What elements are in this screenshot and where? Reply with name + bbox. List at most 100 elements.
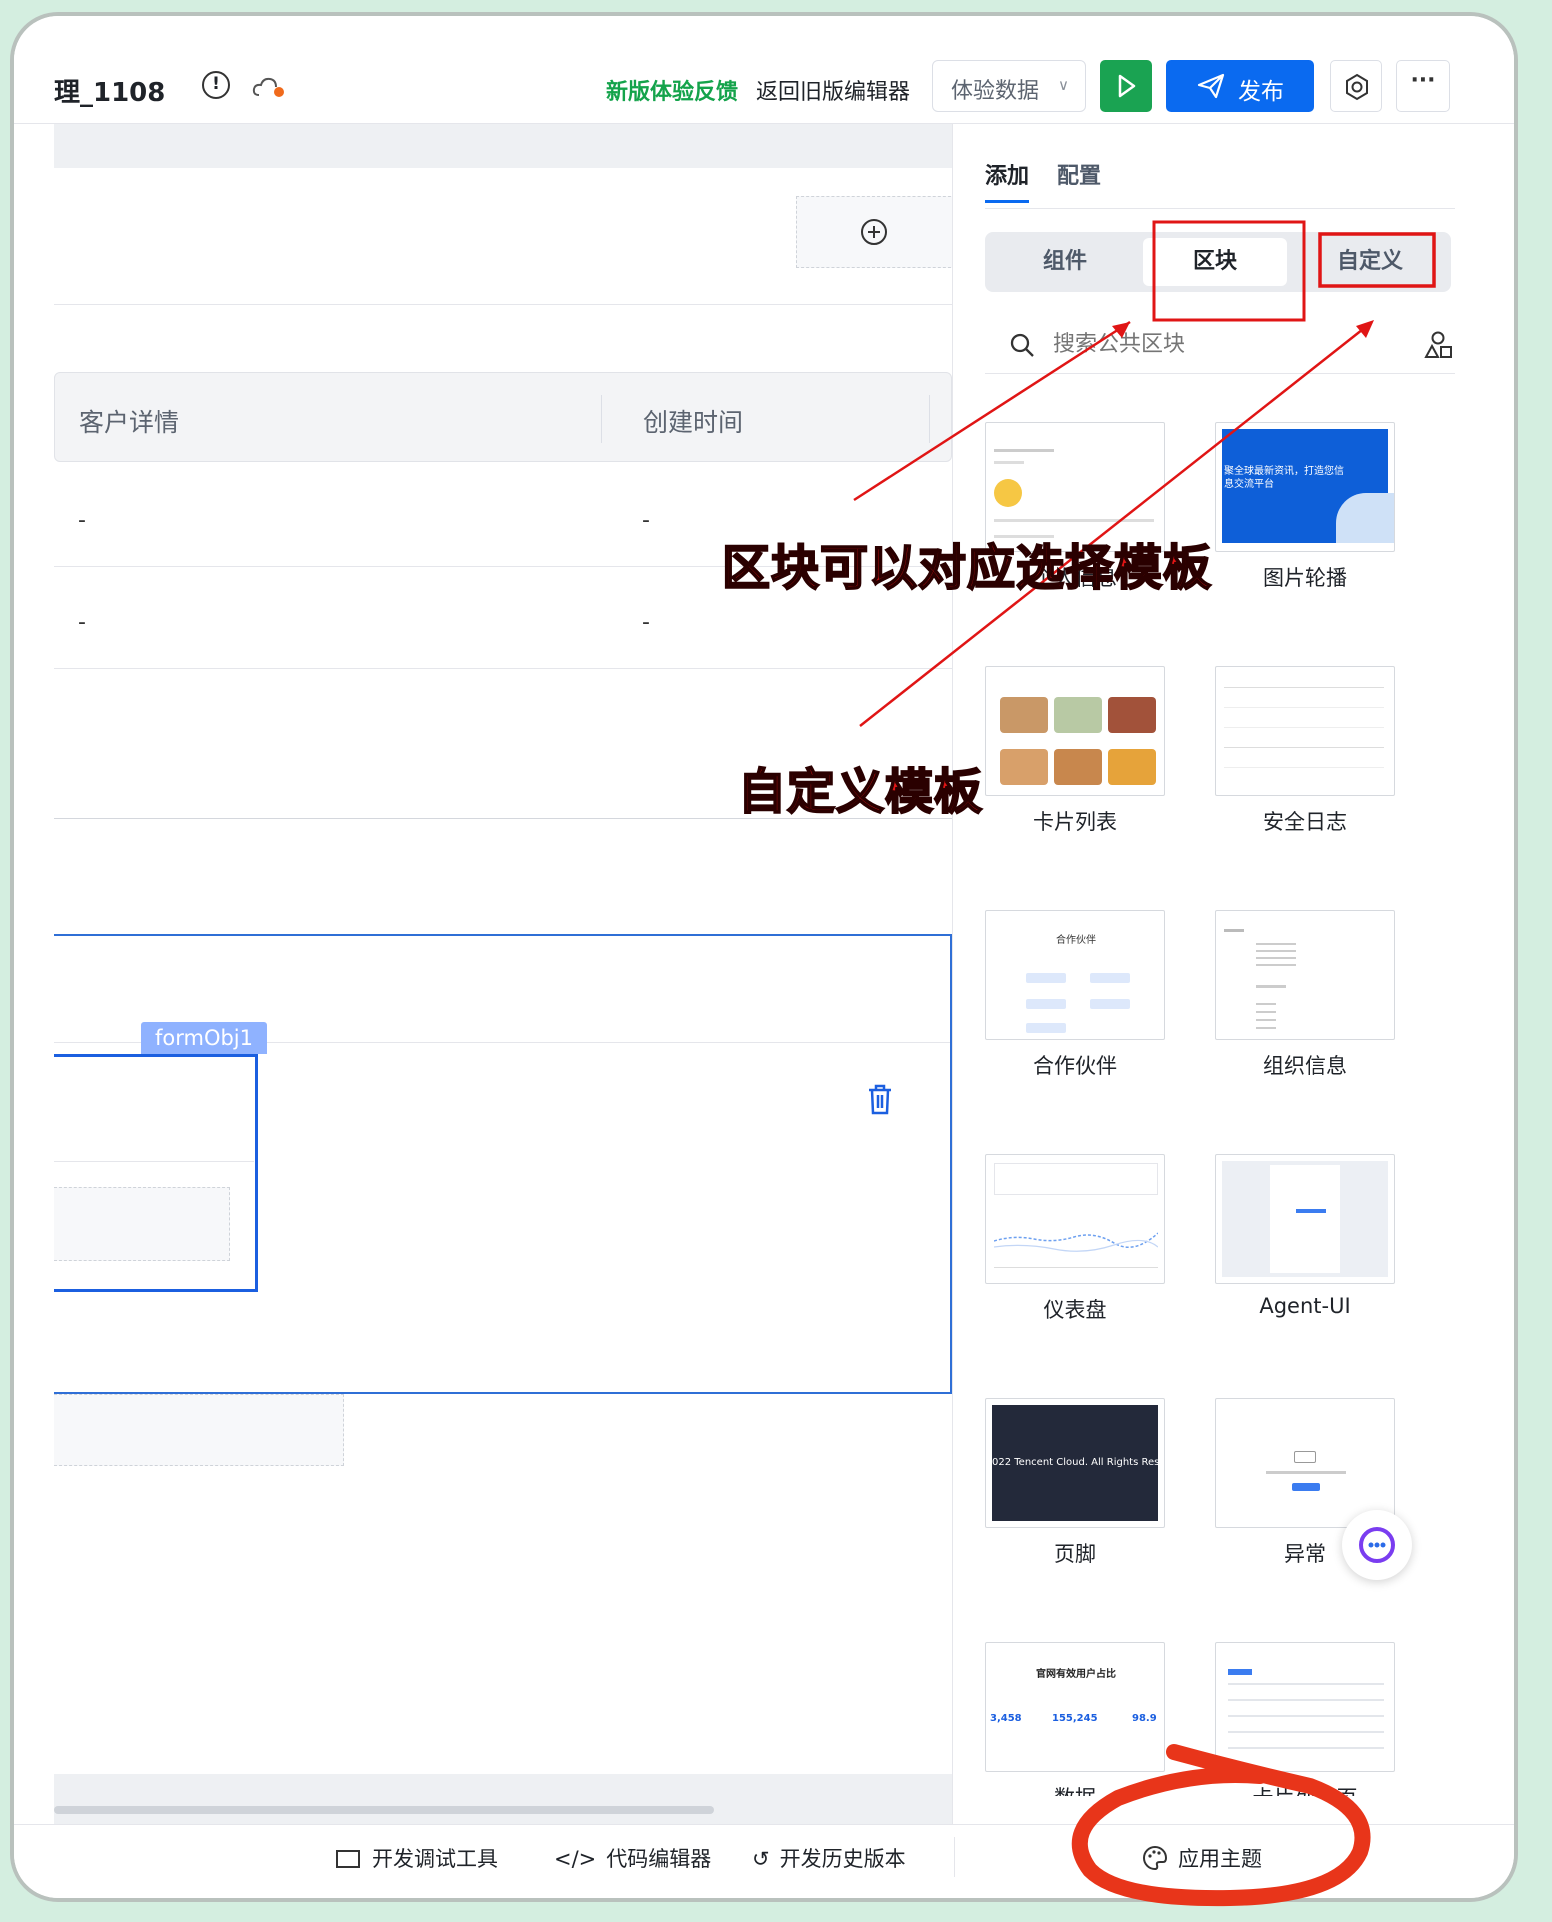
- table-cell: -: [78, 508, 86, 533]
- row-divider: [54, 668, 952, 669]
- alert-icon[interactable]: !: [202, 71, 230, 99]
- bottom-toolbar: 开发调试工具 </> 代码编辑器 ↺ 开发历史版本 应用主题: [14, 1824, 1514, 1898]
- data-preview-title: 官网有效用户占比: [1036, 1669, 1116, 1680]
- terminal-icon: [336, 1850, 360, 1868]
- top-toolbar: 理_1108 ! 新版体验反馈 返回旧版编辑器 体验数据 ∨ 发布 ···: [14, 16, 1514, 124]
- app-title: 理_1108: [54, 78, 166, 108]
- template-card-org-info[interactable]: [1215, 910, 1395, 1040]
- send-icon: [1197, 73, 1225, 99]
- template-card-data[interactable]: 官网有效用户占比 3,458 155,245 98.9: [985, 1642, 1165, 1772]
- segment-custom[interactable]: 自定义: [1295, 238, 1445, 286]
- food-thumb: [1000, 749, 1048, 785]
- preview-line: [1256, 985, 1286, 988]
- search-input[interactable]: [1053, 326, 1383, 362]
- preview-lines: [1256, 1003, 1276, 1033]
- template-card-carousel[interactable]: 聚全球最新资讯，打造您信息交流平台: [1215, 422, 1395, 552]
- run-button[interactable]: [1100, 60, 1152, 112]
- template-card-agent-ui[interactable]: [1215, 1154, 1395, 1284]
- template-card-dashboard[interactable]: [985, 1154, 1165, 1284]
- preview-line: [994, 449, 1054, 452]
- palette-icon: [1143, 1845, 1168, 1871]
- partner-logo: [1090, 999, 1130, 1009]
- feedback-link[interactable]: 新版体验反馈: [606, 74, 738, 106]
- form-object[interactable]: [54, 1054, 258, 1292]
- search-icon: [1010, 333, 1034, 357]
- app-theme-button[interactable]: 应用主题: [1142, 1843, 1262, 1873]
- data-preview-value: 155,245: [1052, 1713, 1098, 1724]
- empty-illustration: [1294, 1451, 1316, 1463]
- smile-icon: [994, 479, 1022, 507]
- assistant-float-button[interactable]: [1342, 1510, 1412, 1580]
- partner-logo: [1090, 973, 1130, 983]
- card-label: 安全日志: [1263, 810, 1347, 834]
- annotation-text: 自定义模板: [737, 763, 984, 821]
- card-label: 卡片列表: [1033, 810, 1117, 834]
- canvas-drop-slot[interactable]: [54, 1394, 344, 1466]
- experience-data-select[interactable]: 体验数据 ∨: [932, 60, 1086, 112]
- segment-blocks[interactable]: 区块: [1143, 238, 1287, 286]
- partner-logo: [1026, 973, 1066, 983]
- canvas-footer-band: [54, 1774, 952, 1824]
- preview-lines: [1228, 1683, 1384, 1763]
- code-editor-label: 代码编辑器: [606, 1847, 712, 1871]
- agent-preview-panel: [1270, 1165, 1340, 1273]
- card-label: 仪表盘: [1043, 1298, 1107, 1322]
- publish-button[interactable]: 发布: [1166, 60, 1314, 112]
- code-editor-button[interactable]: </> 代码编辑器: [554, 1843, 711, 1873]
- food-thumb: [1000, 697, 1048, 733]
- partner-logo: [1026, 999, 1066, 1009]
- preview-line: [1224, 747, 1384, 748]
- editor-canvas: 客户详情 创建时间 - - - - formObj1: [54, 124, 952, 1824]
- annotation-text: 区块可以对应选择模板: [721, 539, 1213, 597]
- play-icon: [1118, 74, 1136, 98]
- template-card-card-list-page[interactable]: [1215, 1642, 1395, 1772]
- active-tab-indicator: [985, 200, 1029, 203]
- add-slot[interactable]: [796, 196, 952, 268]
- code-icon: </>: [554, 1847, 597, 1871]
- search-bar: [985, 314, 1455, 374]
- tab-config[interactable]: 配置: [1057, 158, 1101, 190]
- horizontal-scrollbar[interactable]: [54, 1806, 714, 1814]
- column-divider: [929, 395, 930, 443]
- form-tag[interactable]: formObj1: [141, 1022, 267, 1054]
- back-to-old-editor-link[interactable]: 返回旧版编辑器: [756, 74, 910, 106]
- preview-line: [994, 461, 1024, 464]
- card-label: 合作伙伴: [1033, 1054, 1117, 1078]
- cloud-shape: [1336, 493, 1394, 543]
- form-drop-slot[interactable]: [54, 1187, 230, 1261]
- food-thumb: [1108, 749, 1156, 785]
- data-preview-value: 98.9: [1132, 1713, 1157, 1724]
- history-button[interactable]: ↺ 开发历史版本: [752, 1843, 906, 1873]
- food-thumb: [1054, 697, 1102, 733]
- preview-line: [994, 519, 1154, 522]
- trash-icon[interactable]: [866, 1082, 894, 1116]
- column-divider: [601, 395, 602, 443]
- preview-line: [994, 1267, 1158, 1268]
- template-card-partners[interactable]: 合作伙伴: [985, 910, 1165, 1040]
- preview-line: [1266, 1471, 1346, 1474]
- partner-logo: [1026, 1023, 1066, 1033]
- preview-line: [1296, 1209, 1326, 1213]
- preview-line: [1224, 687, 1384, 688]
- tab-add[interactable]: 添加: [985, 158, 1029, 190]
- template-card-footer[interactable]: 022 Tencent Cloud. All Rights Reserved.: [985, 1398, 1165, 1528]
- template-card-security-log[interactable]: [1215, 666, 1395, 796]
- card-label: 图片轮播: [1263, 566, 1347, 590]
- template-card-card-list[interactable]: [985, 666, 1165, 796]
- segment-control: 组件 区块 自定义: [985, 232, 1451, 292]
- card-label: Agent-UI: [1259, 1294, 1351, 1318]
- divider: [54, 304, 952, 305]
- preview-line: [1224, 929, 1244, 932]
- table-cell: -: [642, 508, 650, 533]
- dev-tools-button[interactable]: 开发调试工具: [336, 1843, 498, 1873]
- more-options-button[interactable]: ···: [1396, 60, 1450, 112]
- template-card-exception[interactable]: [1215, 1398, 1395, 1528]
- column-header: 创建时间: [643, 408, 744, 437]
- preview-lines: [1256, 943, 1296, 971]
- shapes-icon[interactable]: [1423, 330, 1453, 360]
- cloud-icon[interactable]: [252, 76, 286, 98]
- app-theme-label: 应用主题: [1178, 1847, 1262, 1871]
- segment-components[interactable]: 组件: [993, 238, 1137, 286]
- settings-button[interactable]: [1330, 60, 1382, 112]
- data-preview-value: 3,458: [990, 1713, 1022, 1724]
